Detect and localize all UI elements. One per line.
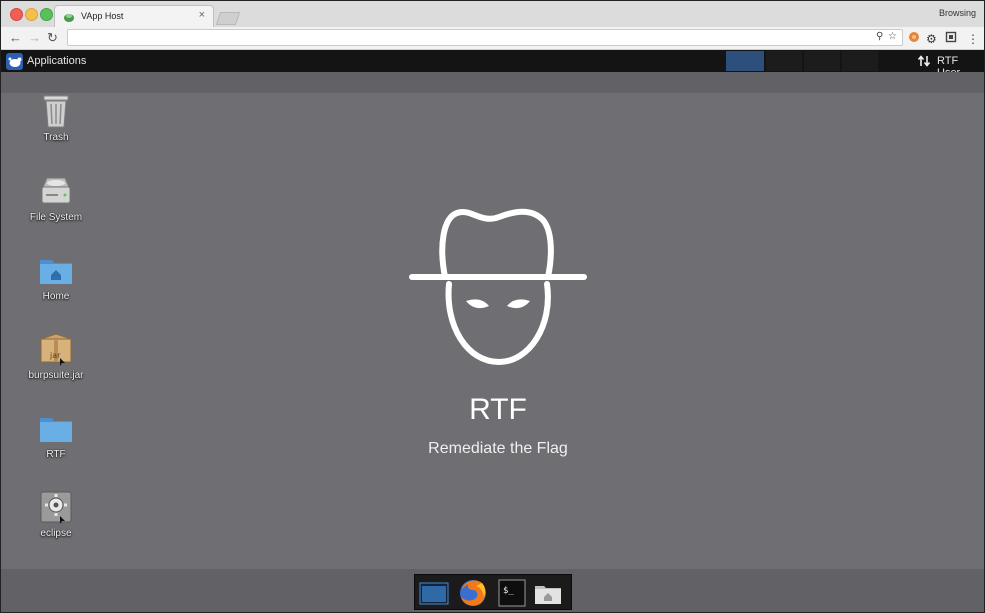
xfce-mouse-icon[interactable] bbox=[6, 53, 23, 70]
cast-icon[interactable] bbox=[945, 31, 957, 43]
desktop-icon-burpsuite[interactable]: jar burpsuite.jar bbox=[16, 331, 96, 381]
desktop-icon-file-system[interactable]: File System bbox=[16, 173, 96, 223]
trash-icon bbox=[43, 95, 69, 128]
desktop-icon-eclipse[interactable]: eclipse bbox=[16, 489, 96, 539]
desktop-icon-label: RTF bbox=[46, 449, 66, 460]
workspace-2[interactable] bbox=[766, 51, 802, 71]
browser-toolbar: ← → ↻ ⚲ ☆ ⚙ ⋮ bbox=[1, 27, 984, 50]
desktop-icon-home[interactable]: Home bbox=[16, 252, 96, 302]
vapp-favicon-icon bbox=[64, 14, 74, 22]
brand-tagline: Remediate the Flag bbox=[428, 440, 568, 457]
desktop-icon-label: burpsuite.jar bbox=[28, 370, 84, 381]
home-folder-icon[interactable] bbox=[533, 578, 563, 608]
jar-package-icon: jar bbox=[40, 333, 72, 366]
desktop-icon-label: Trash bbox=[43, 132, 69, 143]
desktop-icon-trash[interactable]: Trash bbox=[16, 93, 96, 143]
home-folder-icon bbox=[40, 260, 72, 284]
gear-executable-icon bbox=[40, 491, 72, 524]
window-minimize-button[interactable] bbox=[25, 8, 38, 21]
desktop-icon-label: Home bbox=[42, 291, 70, 302]
window-maximize-button[interactable] bbox=[40, 8, 53, 21]
tab-title: VApp Host bbox=[81, 11, 124, 21]
brand-title: RTF bbox=[469, 393, 527, 426]
svg-text:jar: jar bbox=[49, 351, 61, 360]
tab-close-icon[interactable]: × bbox=[199, 9, 205, 21]
workspace-4[interactable] bbox=[842, 51, 878, 71]
arrow-left-icon[interactable]: ← bbox=[9, 30, 22, 46]
desktop-icon-label: eclipse bbox=[40, 528, 72, 539]
new-tab-button[interactable] bbox=[215, 12, 241, 25]
address-bar[interactable]: ⚲ ☆ bbox=[67, 29, 903, 46]
kebab-menu-icon[interactable]: ⋮ bbox=[967, 31, 979, 47]
applications-menu[interactable]: Applications bbox=[27, 55, 86, 67]
network-transfer-icon[interactable] bbox=[917, 54, 931, 68]
firefox-icon[interactable] bbox=[458, 578, 488, 608]
hard-drive-icon bbox=[41, 177, 71, 204]
top-panel: Applications RTF User bbox=[1, 50, 984, 79]
desktop-top-band bbox=[1, 72, 984, 93]
folder-icon bbox=[40, 418, 72, 442]
arrow-right-icon[interactable]: → bbox=[28, 30, 41, 46]
key-icon[interactable]: ⚲ bbox=[876, 31, 883, 42]
extension-icon[interactable] bbox=[908, 31, 920, 43]
svg-text:$_: $_ bbox=[503, 586, 514, 596]
gear-icon[interactable]: ⚙ bbox=[926, 31, 937, 47]
browser-tab[interactable]: VApp Host × bbox=[54, 5, 214, 27]
dock: $_ bbox=[414, 574, 572, 610]
desktop-icon-label: File System bbox=[29, 212, 83, 223]
rtf-hat-logo bbox=[409, 208, 587, 365]
terminal-icon[interactable]: $_ bbox=[497, 578, 527, 608]
profile-label[interactable]: Browsing bbox=[939, 8, 976, 18]
reload-icon[interactable]: ↻ bbox=[47, 30, 58, 46]
desktop-icon-rtf[interactable]: RTF bbox=[16, 410, 96, 460]
star-icon[interactable]: ☆ bbox=[888, 31, 897, 42]
browser-tab-strip: VApp Host × Browsing bbox=[1, 1, 984, 28]
workspace-3[interactable] bbox=[804, 51, 840, 71]
workspace-1[interactable] bbox=[726, 51, 764, 71]
screen: VApp Host × Browsing ← → ↻ ⚲ ☆ ⚙ ⋮ Appli… bbox=[0, 0, 985, 613]
show-desktop-icon[interactable] bbox=[419, 578, 449, 608]
window-close-button[interactable] bbox=[10, 8, 23, 21]
